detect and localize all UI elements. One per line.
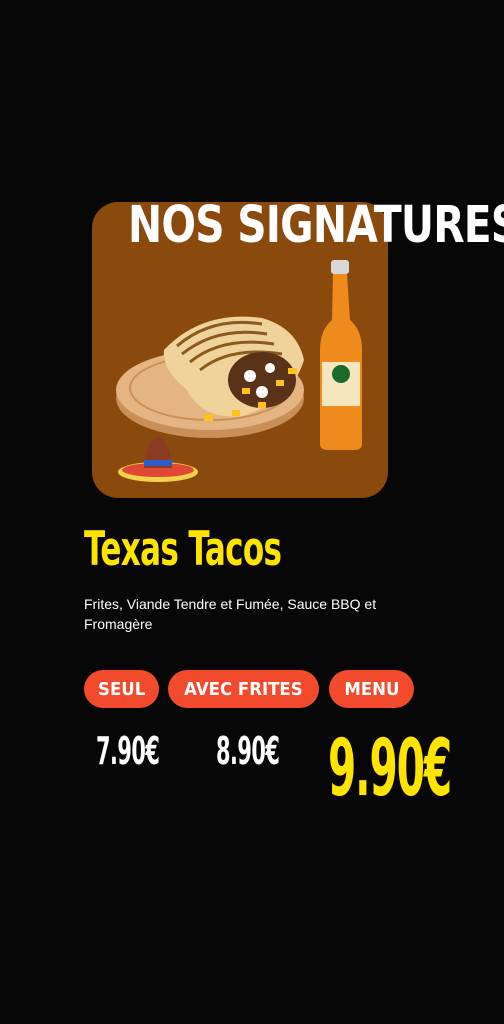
tacos-illustration [116, 260, 362, 482]
option-seul-label: SEUL [97, 678, 146, 700]
sombrero-icon [118, 436, 198, 482]
option-seul-button[interactable]: SEUL [84, 670, 159, 708]
option-avec-frites-button[interactable]: AVEC FRITES [168, 670, 319, 708]
option-menu-button[interactable]: MENU [329, 670, 414, 708]
product-description: Frites, Viande Tendre et Fumée, Sauce BB… [84, 596, 377, 632]
soda-bottle-icon [320, 260, 362, 450]
price-menu: 9.90€ [328, 724, 452, 814]
filling [228, 352, 296, 408]
product-name: Texas Tacos [84, 522, 282, 577]
page-title: NOS SIGNATURES [128, 196, 504, 255]
price-seul: 7.90€ [96, 729, 160, 773]
option-menu-label: MENU [343, 678, 400, 700]
price-avec-frites: 8.90€ [216, 729, 280, 773]
option-avec-frites-label: AVEC FRITES [184, 678, 303, 700]
